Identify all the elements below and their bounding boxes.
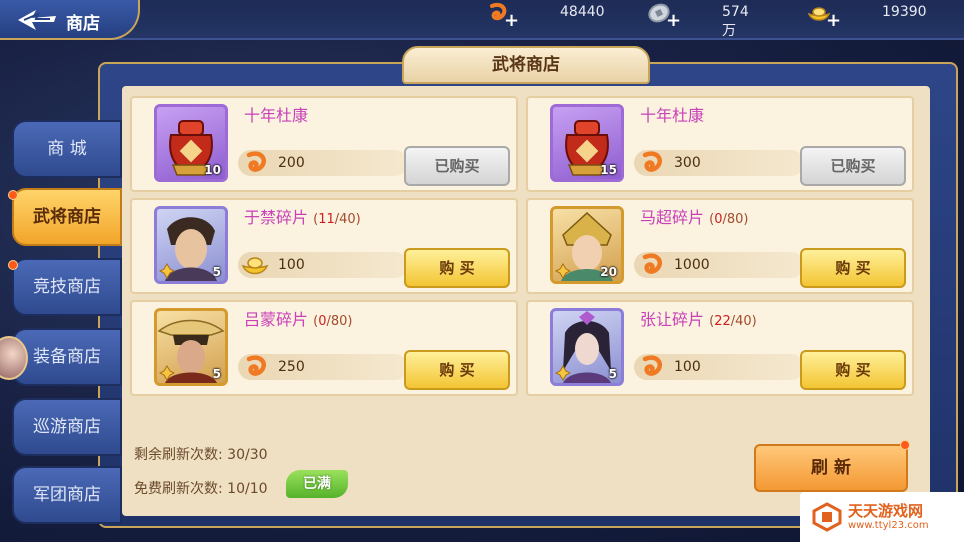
tab-general-shop[interactable]: 武将商店: [12, 188, 122, 246]
shard-icon: [159, 263, 175, 279]
free-refresh-count: 免费刷新次数: 10/10: [134, 481, 268, 497]
shop-item: 10 十年杜康 200 已购买: [130, 96, 518, 192]
tab-mall[interactable]: 商 城: [12, 120, 122, 178]
item-name: 于禁碎片 (11/40): [244, 208, 361, 227]
item-count: 20: [600, 265, 617, 279]
item-count: 5: [212, 367, 221, 381]
item-count: 15: [600, 163, 617, 177]
item-name: 马超碎片 (0/80): [640, 208, 749, 227]
page-title: 商店: [66, 14, 100, 34]
item-thumbnail[interactable]: 5: [154, 206, 228, 284]
item-thumbnail[interactable]: 10: [154, 104, 228, 182]
back-button[interactable]: 商店: [0, 0, 140, 40]
notification-dot: [900, 440, 910, 450]
add-jade-icon[interactable]: +: [504, 10, 519, 31]
shop-item: 5 于禁碎片 (11/40) 100 购 买: [130, 198, 518, 294]
watermark-text: 天天游戏网: [848, 502, 924, 520]
shard-icon: [555, 263, 571, 279]
watermark: 天天游戏网 www.ttyl23.com: [800, 492, 964, 542]
watermark-logo-icon: [812, 502, 842, 532]
item-count: 5: [608, 367, 617, 381]
watermark-url: www.ttyl23.com: [848, 520, 929, 531]
jade-icon: [642, 355, 662, 376]
jade-icon: [642, 151, 662, 172]
item-thumbnail[interactable]: 20: [550, 206, 624, 284]
item-name: 十年杜康: [244, 106, 309, 125]
shop-item: 5 张让碎片 (22/40) 100 购 买: [526, 300, 914, 396]
price-bar: 1000: [634, 252, 804, 278]
jade-icon: [246, 355, 266, 376]
buy-button[interactable]: 购 买: [800, 350, 906, 390]
shop-title: 武将商店: [402, 46, 650, 84]
tab-legion-shop[interactable]: 军团商店: [12, 466, 122, 524]
jade-amount: 48440: [560, 4, 605, 20]
add-silver-icon[interactable]: +: [666, 10, 681, 31]
item-name: 吕蒙碎片 (0/80): [244, 310, 353, 329]
shard-icon: [555, 365, 571, 381]
full-badge: 已满: [286, 470, 348, 498]
buy-button[interactable]: 购 买: [800, 248, 906, 288]
back-arrow-icon: [18, 10, 56, 30]
add-gold-icon[interactable]: +: [826, 10, 841, 31]
item-name: 十年杜康: [640, 106, 705, 125]
item-count: 10: [204, 163, 221, 177]
shop-item: 15 十年杜康 300 已购买: [526, 96, 914, 192]
jade-icon: [246, 151, 266, 172]
item-thumbnail[interactable]: 5: [154, 308, 228, 386]
gold-amount: 19390: [882, 4, 927, 20]
shop-item: 5 吕蒙碎片 (0/80) 250 购 买: [130, 300, 518, 396]
tab-arena-shop[interactable]: 竞技商店: [12, 258, 122, 316]
shard-icon: [159, 365, 175, 381]
shop-item: 20 马超碎片 (0/80) 1000 购 买: [526, 198, 914, 294]
top-bar: 商店 + 48440 + 574万 + 19390: [0, 0, 964, 40]
item-price: 250: [278, 359, 305, 375]
silver-amount: 574万: [722, 4, 749, 39]
bought-button[interactable]: 已购买: [800, 146, 906, 186]
buy-button[interactable]: 购 买: [404, 350, 510, 390]
item-price: 200: [278, 155, 305, 171]
buy-button[interactable]: 购 买: [404, 248, 510, 288]
price-bar: 100: [238, 252, 408, 278]
item-price: 100: [674, 359, 701, 375]
item-thumbnail[interactable]: 5: [550, 308, 624, 386]
price-bar: 100: [634, 354, 804, 380]
gold-ingot-icon: [241, 257, 269, 275]
price-bar: 200: [238, 150, 408, 176]
item-count: 5: [212, 265, 221, 279]
bought-button[interactable]: 已购买: [404, 146, 510, 186]
refresh-button[interactable]: 刷 新: [754, 444, 908, 492]
tab-equipment-shop[interactable]: 装备商店: [12, 328, 122, 386]
tab-tour-shop[interactable]: 巡游商店: [12, 398, 122, 456]
item-price: 1000: [674, 257, 710, 273]
price-bar: 250: [238, 354, 408, 380]
jade-icon: [642, 253, 662, 274]
item-name: 张让碎片 (22/40): [640, 310, 757, 329]
notification-dot: [8, 260, 18, 270]
remaining-refresh-count: 剩余刷新次数: 30/30: [134, 447, 268, 463]
item-price: 100: [278, 257, 305, 273]
notification-dot: [8, 190, 18, 200]
item-price: 300: [674, 155, 701, 171]
price-bar: 300: [634, 150, 804, 176]
item-thumbnail[interactable]: 15: [550, 104, 624, 182]
